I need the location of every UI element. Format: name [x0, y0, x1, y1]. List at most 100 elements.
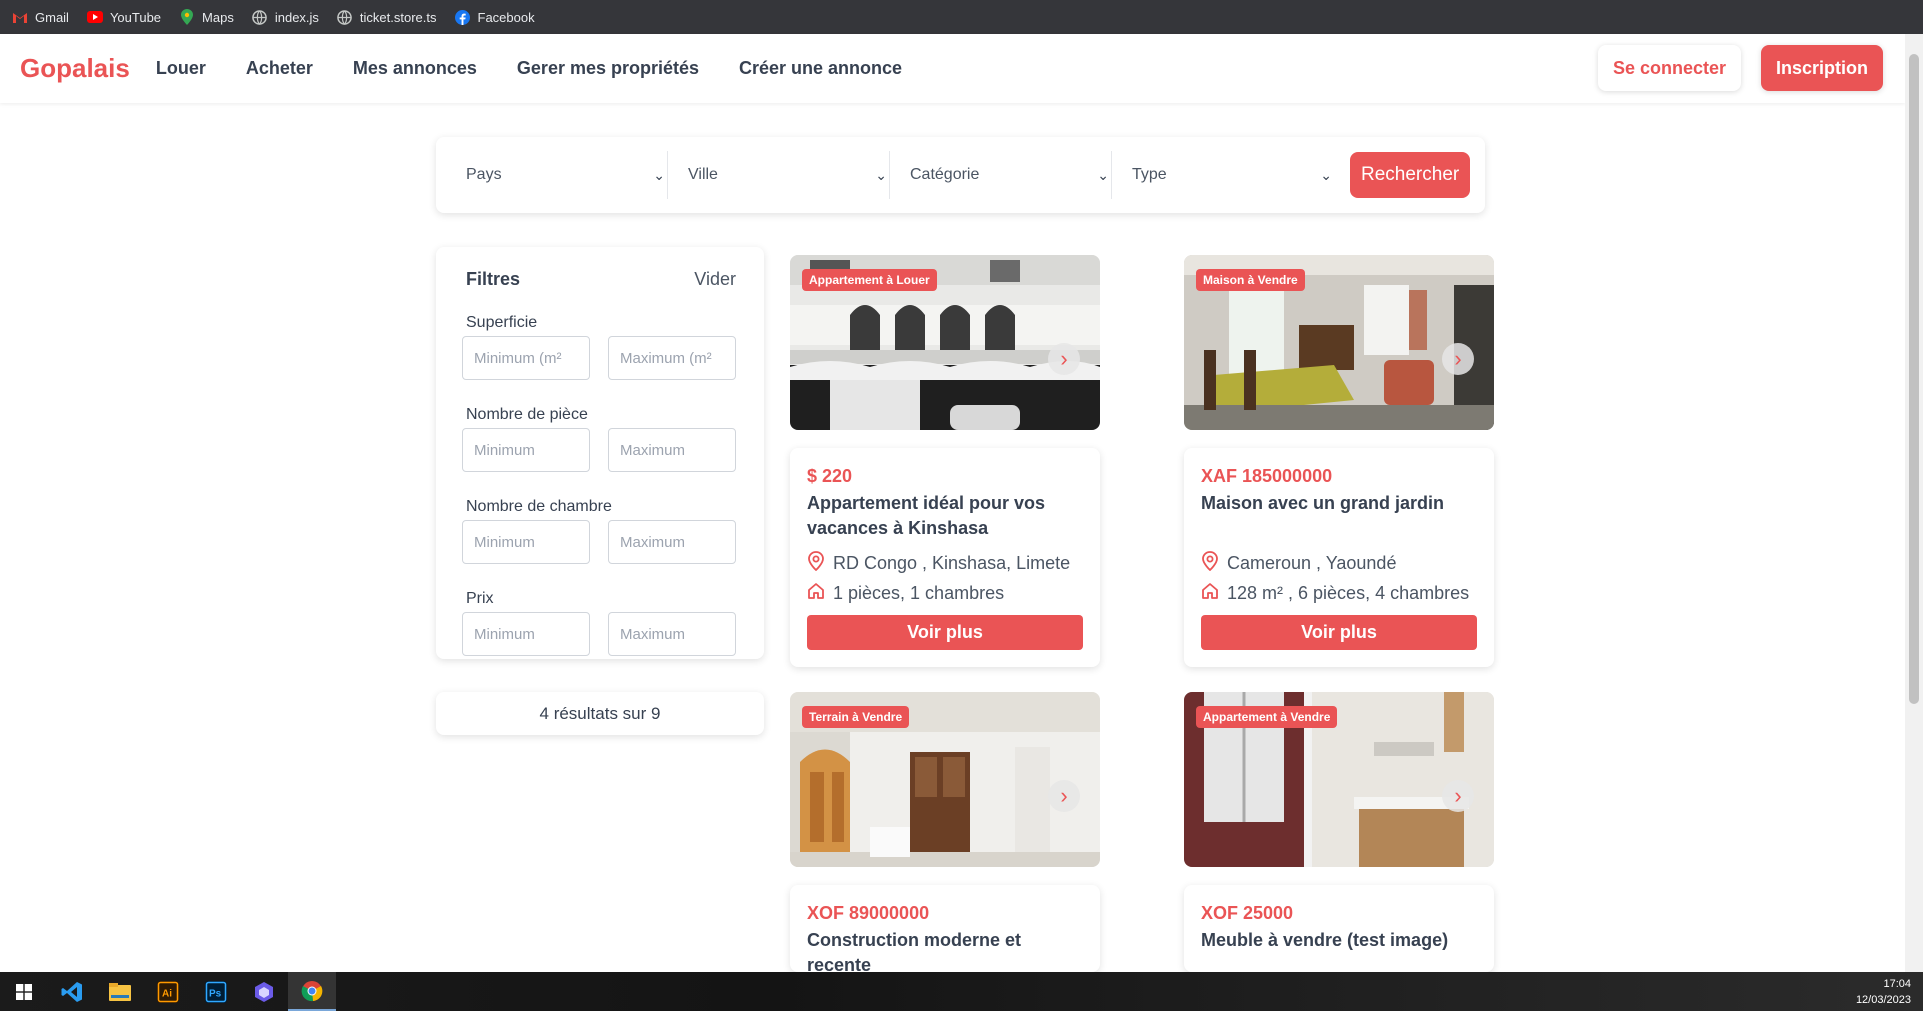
- listing-tag: Maison à Vendre: [1196, 269, 1305, 291]
- illustrator-icon[interactable]: Ai: [144, 972, 192, 1011]
- scrollbar-thumb[interactable]: [1909, 54, 1919, 704]
- listing-card: XOF 25000 Meuble à vendre (test image): [1184, 885, 1494, 972]
- system-clock[interactable]: 17:04 12/03/2023: [1856, 976, 1911, 1008]
- bookmark-label: ticket.store.ts: [359, 9, 437, 25]
- location-pin-icon: [807, 551, 825, 576]
- page-scrollbar[interactable]: [1905, 34, 1923, 972]
- file-explorer-icon[interactable]: [96, 972, 144, 1011]
- bookmark-label: index.js: [274, 9, 319, 25]
- listing-card: XOF 89000000 Construction moderne et rec…: [790, 885, 1100, 975]
- rooms-max-input[interactable]: Maximum: [608, 428, 736, 472]
- bookmark-facebook[interactable]: Facebook: [455, 9, 535, 25]
- photoshop-icon[interactable]: Ps: [192, 972, 240, 1011]
- chevron-right-icon[interactable]: ›: [1442, 343, 1474, 375]
- globe-icon: [252, 9, 268, 25]
- bookmark-maps[interactable]: Maps: [179, 9, 234, 25]
- bookmark-ticket-store[interactable]: ticket.store.ts: [337, 9, 437, 25]
- listing-card: $ 220 Appartement idéal pour vos vacance…: [790, 448, 1100, 667]
- chevron-right-icon[interactable]: ›: [1048, 343, 1080, 375]
- listing-tag: Appartement à Vendre: [1196, 706, 1338, 728]
- price-min-input[interactable]: Minimum: [462, 612, 590, 656]
- chevron-right-icon[interactable]: ›: [1048, 780, 1080, 812]
- nav-link-creer-annonce[interactable]: Créer une annonce: [739, 58, 902, 79]
- nav-link-acheter[interactable]: Acheter: [246, 58, 313, 79]
- select-value: Catégorie: [910, 166, 980, 183]
- maps-icon: [179, 9, 195, 25]
- app-icon[interactable]: [240, 972, 288, 1011]
- listing-card: XAF 185000000 Maison avec un grand jardi…: [1184, 448, 1494, 667]
- listing-photo[interactable]: Appartement à Vendre ›: [1184, 692, 1494, 867]
- listing-price: XOF 25000: [1201, 903, 1294, 923]
- listing-title: Appartement idéal pour vos vacances à Ki…: [807, 493, 1046, 538]
- listing-photo[interactable]: Terrain à Vendre ›: [790, 692, 1100, 867]
- svg-text:Ai: Ai: [162, 988, 172, 999]
- bookmark-label: YouTube: [109, 9, 162, 25]
- gmail-icon: [12, 9, 28, 25]
- chevron-down-icon: ⌄: [1097, 166, 1109, 183]
- youtube-icon: [86, 9, 103, 25]
- listing-title: Meuble à vendre (test image): [1201, 930, 1449, 950]
- auth-buttons: Se connecter Inscription: [1597, 45, 1883, 91]
- filter-label-rooms: Nombre de pièce: [466, 406, 588, 423]
- see-more-button[interactable]: Voir plus: [1201, 615, 1477, 650]
- vscode-icon[interactable]: [48, 972, 96, 1011]
- clear-filters-button[interactable]: Vider: [694, 269, 736, 290]
- select-value: Ville: [688, 166, 718, 183]
- windows-start-icon[interactable]: [0, 972, 48, 1011]
- listing-price: $ 220: [807, 466, 853, 486]
- search-bar: Pays ⌄ Ville ⌄ Catégorie ⌄ Type ⌄ Recher…: [436, 137, 1485, 213]
- filter-label-price: Prix: [466, 590, 494, 607]
- search-button[interactable]: Rechercher: [1350, 152, 1471, 198]
- results-count: 4 résultats sur 9: [436, 692, 764, 735]
- clock-date: 12/03/2023: [1855, 994, 1911, 1006]
- bookmark-label: Maps: [202, 9, 234, 25]
- listing-tag: Terrain à Vendre: [802, 706, 910, 728]
- globe-icon: [337, 9, 353, 25]
- clock-time: 17:04: [1883, 978, 1911, 990]
- listing-details: 128 m² , 6 pièces, 4 chambres: [1201, 582, 1477, 605]
- nav-link-louer[interactable]: Louer: [156, 58, 206, 79]
- bookmark-youtube[interactable]: YouTube: [86, 9, 162, 25]
- chevron-down-icon: ⌄: [875, 166, 887, 183]
- nav-link-gerer-proprietes[interactable]: Gerer mes propriétés: [517, 58, 699, 79]
- area-max-input[interactable]: Maximum (m²: [608, 336, 736, 380]
- city-select[interactable]: Ville ⌄: [668, 151, 890, 199]
- rooms-min-input[interactable]: Minimum: [462, 428, 590, 472]
- home-icon: [807, 582, 825, 605]
- see-more-button[interactable]: Voir plus: [807, 615, 1083, 650]
- chevron-down-icon: ⌄: [1320, 166, 1332, 183]
- bedrooms-max-input[interactable]: Maximum: [608, 520, 736, 564]
- details-text: 128 m² , 6 pièces, 4 chambres: [1227, 583, 1470, 603]
- listing-price: XAF 185000000: [1201, 466, 1333, 486]
- area-min-input[interactable]: Minimum (m²: [462, 336, 590, 380]
- bedrooms-min-input[interactable]: Minimum: [462, 520, 590, 564]
- location-text: RD Congo , Kinshasa, Limete: [833, 553, 1071, 573]
- filter-label-area: Superficie: [466, 314, 538, 331]
- type-select[interactable]: Type ⌄: [1112, 151, 1334, 199]
- country-select[interactable]: Pays ⌄: [446, 151, 668, 199]
- chrome-icon[interactable]: [288, 972, 336, 1011]
- nav-link-mes-annonces[interactable]: Mes annonces: [353, 58, 477, 79]
- listing-location: RD Congo , Kinshasa, Limete: [807, 551, 1083, 576]
- brand-logo[interactable]: Gopalais: [20, 53, 130, 84]
- listing-location: Cameroun , Yaoundé: [1201, 551, 1477, 576]
- facebook-icon: [455, 9, 471, 25]
- filter-label-bedrooms: Nombre de chambre: [466, 498, 612, 515]
- chevron-right-icon[interactable]: ›: [1442, 780, 1474, 812]
- price-max-input[interactable]: Maximum: [608, 612, 736, 656]
- listing-photo[interactable]: Appartement à Louer ›: [790, 255, 1100, 430]
- bookmark-index-js[interactable]: index.js: [252, 9, 319, 25]
- login-button[interactable]: Se connecter: [1597, 45, 1741, 91]
- location-pin-icon: [1201, 551, 1219, 576]
- listing-tag: Appartement à Louer: [802, 269, 937, 291]
- select-value: Pays: [466, 166, 502, 183]
- svg-text:Ps: Ps: [209, 988, 222, 999]
- category-select[interactable]: Catégorie ⌄: [890, 151, 1112, 199]
- signup-button[interactable]: Inscription: [1760, 45, 1883, 91]
- details-text: 1 pièces, 1 chambres: [833, 583, 1005, 603]
- select-value: Type: [1132, 166, 1167, 183]
- listing-title: Construction moderne et recente: [807, 930, 1022, 975]
- navbar: Gopalais Louer Acheter Mes annonces Gere…: [0, 34, 1905, 103]
- listing-photo[interactable]: Maison à Vendre ›: [1184, 255, 1494, 430]
- bookmark-gmail[interactable]: Gmail: [12, 9, 69, 25]
